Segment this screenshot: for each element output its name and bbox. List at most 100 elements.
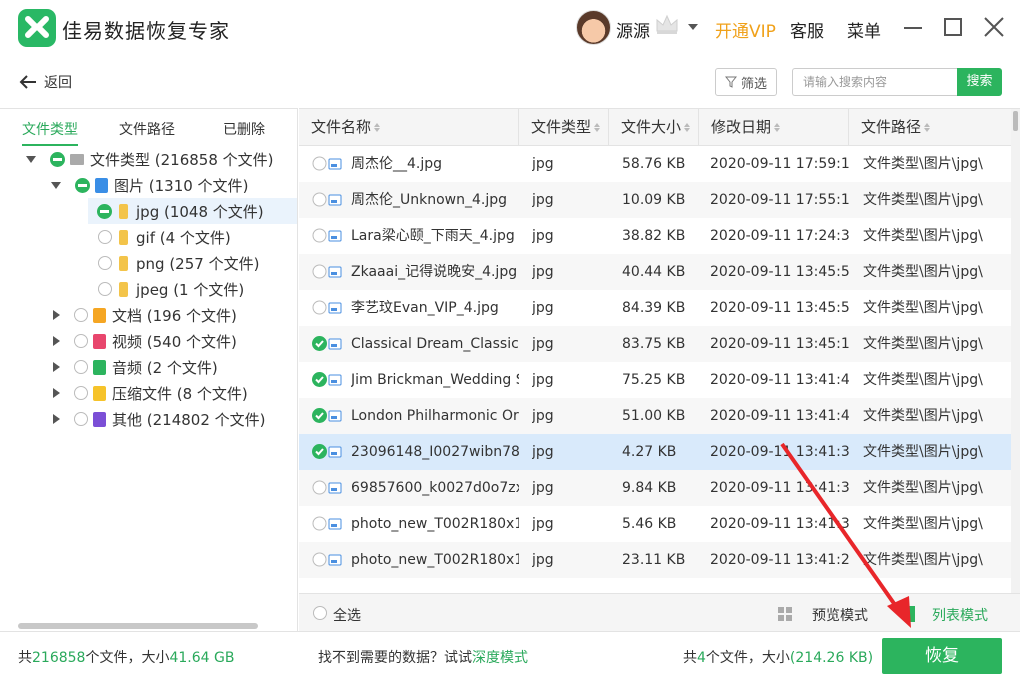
file-path: 文件类型\图片\jpg\ [863,336,983,352]
column-header-date[interactable]: 修改日期 [699,109,849,146]
table-row[interactable]: 周杰伦__4.jpg jpg 58.76 KB 2020-09-11 17:59:10… [299,146,1011,182]
vertical-scrollbar-thumb[interactable] [1013,111,1018,131]
user-name[interactable]: 源源 [616,17,650,42]
tree-item-videos[interactable]: 视频 (540 个文件) [0,328,298,354]
check-icon[interactable] [312,336,327,351]
table-row[interactable]: London Philharmonic Orc... jpg 51.00 KB 202… [299,398,1011,434]
expand-icon[interactable] [53,336,60,346]
tab-deleted[interactable]: 已删除 [223,119,265,139]
tree-item-images[interactable]: 图片 (1310 个文件) [0,172,298,198]
checkbox[interactable] [74,308,88,322]
vip-button[interactable]: 开通VIP [715,17,776,42]
minimize-icon[interactable] [904,27,922,29]
horizontal-scrollbar[interactable] [18,623,258,629]
file-path: 文件类型\图片\jpg\ [863,516,983,532]
table-row[interactable]: 周杰伦_Unknown_4.jpg jpg 10.09 KB 2020-09-11 1… [299,182,1011,218]
table-row[interactable]: 23096148_I0027wibn78_... jpg 4.27 KB 2020-0… [299,434,1011,470]
avatar[interactable] [576,10,611,45]
left-tabs: 文件类型 文件路径 已删除 [0,109,298,147]
select-all-checkbox[interactable] [313,606,327,620]
collapse-icon[interactable] [26,155,36,163]
select-all-label[interactable]: 全选 [333,605,361,625]
table-row[interactable]: Classical Dream_Classical ... jpg 83.75 KB… [299,326,1011,362]
checkbox[interactable] [312,156,327,171]
tree-item-documents[interactable]: 文档 (196 个文件) [0,302,298,328]
partial-check-icon[interactable] [75,177,90,193]
check-icon[interactable] [312,408,327,423]
tree-item-other[interactable]: 其他 (214802 个文件) [0,406,298,432]
partial-check-icon[interactable] [50,151,65,167]
file-type: jpg [532,192,554,208]
image-file-icon [328,338,342,350]
expand-icon[interactable] [53,362,60,372]
checkbox[interactable] [74,334,88,348]
checkbox[interactable] [312,228,327,243]
hint-text: 找不到需要的数据？试试深度模式 [318,650,528,666]
checkbox[interactable] [74,360,88,374]
checkbox[interactable] [98,282,112,296]
search-input[interactable]: 请输入搜索内容 [792,68,958,96]
checkbox[interactable] [312,192,327,207]
checkbox[interactable] [312,480,327,495]
check-icon[interactable] [312,372,327,387]
tree-item-gif[interactable]: gif (4 个文件) [88,224,297,250]
checkbox[interactable] [312,300,327,315]
tab-file-type[interactable]: 文件类型 [22,119,78,139]
table-row[interactable]: 李艺玟Evan_VIP_4.jpg jpg 84.39 KB 2020-09-11 1… [299,290,1011,326]
sort-icon[interactable] [594,123,601,132]
check-icon[interactable] [312,444,327,459]
filter-button[interactable]: 筛选 [715,68,777,96]
tree-item-archives[interactable]: 压缩文件 (8 个文件) [0,380,298,406]
user-dropdown-icon[interactable] [688,24,698,30]
list-mode-button[interactable]: 列表模式 [932,605,988,625]
tree-item-audio[interactable]: 音频 (2 个文件) [0,354,298,380]
column-header-type[interactable]: 文件类型 [519,109,609,146]
expand-icon[interactable] [53,388,60,398]
collapse-icon[interactable] [51,181,61,189]
recover-button[interactable]: 恢复 [882,638,1002,674]
checkbox[interactable] [74,412,88,426]
table-row[interactable]: 69857600_k0027d0o7zx... jpg 9.84 KB 2020-09… [299,470,1011,506]
table-row[interactable]: Lara梁心颐_下雨天_4.jpg jpg 38.82 KB 2020-09-11 1… [299,218,1011,254]
search-button[interactable]: 搜索 [957,68,1002,96]
checkbox[interactable] [312,552,327,567]
checkbox[interactable] [98,230,112,244]
checkbox[interactable] [74,386,88,400]
tree-item-jpg[interactable]: jpg (1048 个文件) [88,198,297,224]
file-size: 58.76 KB [622,156,686,172]
tree-item-jpeg[interactable]: jpeg (1 个文件) [88,276,297,302]
expand-icon[interactable] [53,310,60,320]
sort-icon[interactable] [924,123,931,132]
vertical-scrollbar[interactable] [1011,109,1020,593]
deep-mode-link[interactable]: 深度模式 [472,650,528,666]
maximize-icon[interactable] [944,18,962,36]
sort-icon[interactable] [374,123,381,132]
column-header-path[interactable]: 文件路径 [849,109,1011,146]
sort-icon[interactable] [684,123,691,132]
column-header-name[interactable]: 文件名称 [299,109,519,146]
service-button[interactable]: 客服 [790,17,824,42]
tree-item-root[interactable]: 文件类型 (216858 个文件) [0,146,298,172]
tab-file-path[interactable]: 文件路径 [119,119,175,139]
expand-icon[interactable] [53,414,60,424]
grid-icon[interactable] [778,607,792,621]
table-row[interactable]: photo_new_T002R180x1... jpg 23.11 KB 2020-0… [299,542,1011,578]
partial-check-icon[interactable] [97,203,112,219]
tree-item-png[interactable]: png (257 个文件) [88,250,297,276]
sort-icon[interactable] [774,123,781,132]
table-row[interactable]: Jim Brickman_Wedding S... jpg 75.25 KB 2020… [299,362,1011,398]
checkbox[interactable] [312,516,327,531]
checkbox[interactable] [312,264,327,279]
other-file-icon [93,411,106,427]
column-header-size[interactable]: 文件大小 [609,109,699,146]
back-button[interactable]: 返回 [18,71,72,93]
selected-summary: 共4个文件，大小(214.26 KB) [683,650,874,666]
table-row[interactable]: photo_new_T002R180x1... jpg 5.46 KB 2020-09… [299,506,1011,542]
file-size: 83.75 KB [622,336,686,352]
preview-mode-button[interactable]: 预览模式 [812,605,868,625]
table-row[interactable]: Zkaaai_记得说晚安_4.jpg jpg 40.44 KB 2020-09-11 … [299,254,1011,290]
list-icon[interactable] [907,606,915,622]
checkbox[interactable] [98,256,112,270]
close-icon[interactable] [983,16,1005,38]
menu-button[interactable]: 菜单 [847,17,881,42]
